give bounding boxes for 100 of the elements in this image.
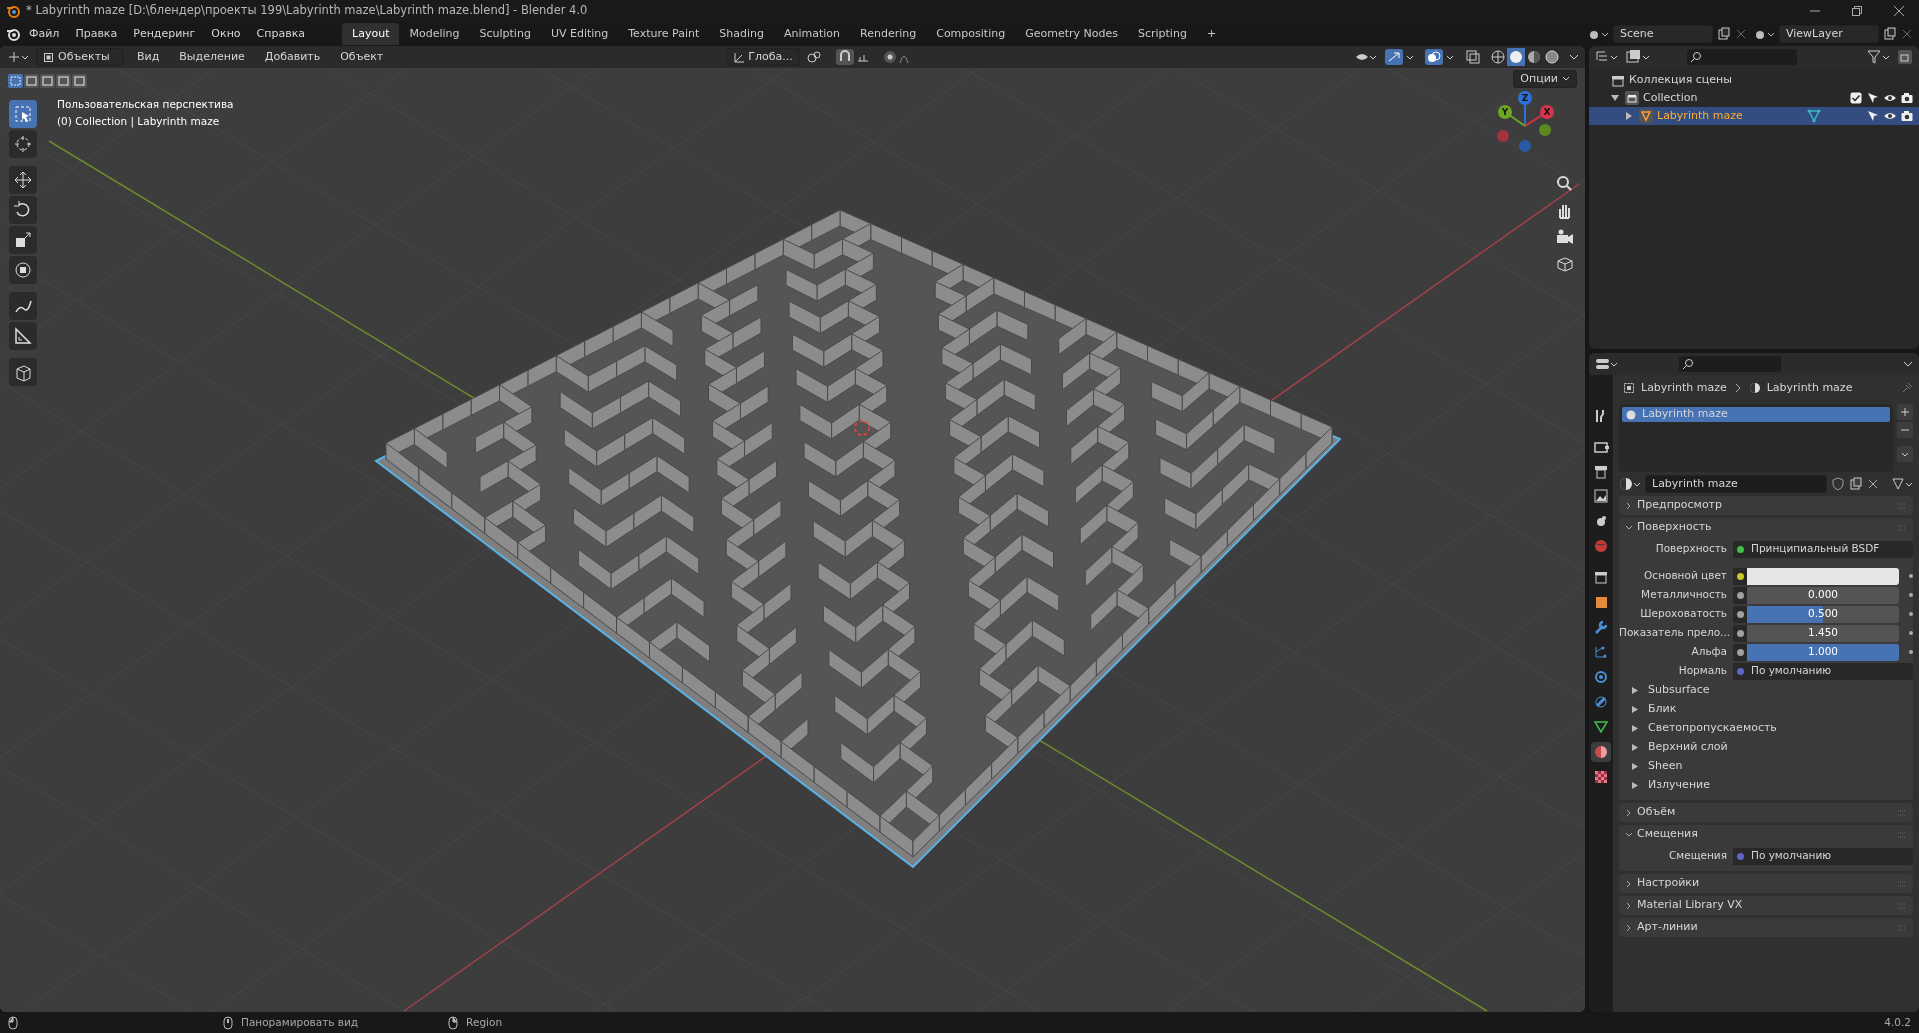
socket-dot[interactable] [1736,629,1744,637]
maximize-icon[interactable] [1851,5,1863,17]
shield-icon[interactable] [1831,477,1845,491]
editor-type-icon[interactable] [6,49,30,65]
caret-icon[interactable] [1569,52,1579,62]
search-field[interactable] [1679,356,1781,372]
material-name-field[interactable]: Labyrinth maze [1645,475,1827,493]
ruler-icon[interactable] [9,322,37,350]
scale-icon[interactable] [9,226,37,254]
orientation-dropdown[interactable]: Глоба... [726,48,800,66]
panel-header[interactable]: Смещения [1619,825,1913,844]
menu-item[interactable]: Объект [333,48,391,66]
keyframe-dot[interactable] [1909,574,1913,578]
menu-item[interactable]: Справка [249,25,313,43]
remove-icon[interactable] [1897,422,1913,438]
socket-dropdown[interactable]: По умолчанию [1733,847,1913,865]
outliner-row[interactable]: Collection [1589,89,1919,107]
panel-header[interactable]: Объём [1619,803,1913,822]
menu-item[interactable]: Вид [130,48,167,66]
pointer-icon[interactable] [1867,92,1879,104]
workspace-tab[interactable]: Geometry Nodes [1015,22,1128,46]
view-layer-field[interactable]: ViewLayer [1779,25,1879,43]
axis-label[interactable]: Z [1518,91,1532,105]
copy-icon[interactable] [1883,27,1897,41]
menu-item[interactable]: Правка [68,25,125,43]
panel-header[interactable]: Material Library VX [1619,896,1913,915]
checkbox-icon[interactable] [1850,92,1862,104]
axis-label[interactable]: X [1540,105,1554,119]
socket-dot[interactable] [1736,667,1744,675]
axis-label[interactable]: Y [1498,105,1512,119]
camera-icon[interactable] [1555,228,1573,246]
camera-icon[interactable] [1901,110,1913,122]
pen-icon[interactable] [9,292,37,320]
workspace-tab[interactable]: Texture Paint [618,22,710,46]
panel-header[interactable]: Предпросмотр [1619,496,1913,515]
socket-dropdown[interactable]: Принципиальный BSDF [1733,540,1913,558]
solid-shading-icon[interactable] [1507,48,1525,66]
transform-icon[interactable] [9,256,37,284]
options-dropdown[interactable]: Опции [1513,70,1577,88]
cursor-icon[interactable] [9,130,37,158]
collapse-arrow-icon[interactable] [1611,93,1619,102]
socket-dot[interactable] [1736,852,1744,860]
subpanel-header[interactable]: Блик [1619,700,1913,718]
eye-icon[interactable] [1884,110,1896,122]
blender-logo-icon[interactable] [6,27,20,41]
close-icon[interactable] [1901,28,1913,40]
select-box-icon[interactable] [9,100,37,128]
workspace-tab[interactable]: Scripting [1127,22,1197,46]
number-field[interactable]: 1.000 [1747,643,1899,661]
filter-icon[interactable] [1867,49,1891,65]
panel-header[interactable]: Арт-линии [1619,918,1913,937]
expand-arrow-icon[interactable] [1625,111,1633,120]
socket-dot[interactable] [1736,572,1744,580]
workspace-tab[interactable]: Layout [342,22,400,46]
number-field[interactable]: 0.500 [1747,605,1899,623]
display-mode-icon[interactable] [1625,49,1651,65]
subpanel-header[interactable]: Subsurface [1619,681,1913,699]
panel-header[interactable]: Поверхность [1619,518,1913,537]
socket-dot[interactable] [1736,545,1744,553]
subpanel-header[interactable]: Sheen [1619,757,1913,775]
select-extend-icon[interactable] [24,74,39,88]
socket-dot[interactable] [1736,648,1744,656]
camera-icon[interactable] [1901,92,1913,104]
editor-type-icon[interactable] [1595,356,1619,372]
scene-field[interactable]: Scene [1613,25,1713,43]
material-icon[interactable] [1591,742,1611,762]
add-workspace-button[interactable]: + [1196,22,1227,46]
keyframe-dot[interactable] [1909,593,1913,597]
eye-icon[interactable] [1884,92,1896,104]
wireframe-shading-icon[interactable] [1489,48,1507,66]
workspace-tab[interactable]: Animation [773,22,851,46]
number-field[interactable]: 0.000 [1747,586,1899,604]
outliner-row[interactable]: Labyrinth maze [1589,107,1919,125]
search-field[interactable] [1687,49,1797,65]
panel-header[interactable]: Настройки [1619,874,1913,893]
material-browse-icon[interactable] [1619,476,1641,492]
select-intersect-icon[interactable] [72,74,87,88]
menu-item[interactable]: Выделение [172,48,252,66]
image-icon[interactable] [1591,486,1611,506]
menu-item[interactable]: Окно [204,25,248,43]
keyframe-dot[interactable] [1909,612,1913,616]
outliner-row[interactable]: Коллекция сцены [1589,71,1919,89]
socket-dot[interactable] [1736,610,1744,618]
new-collection-icon[interactable] [1897,49,1913,65]
close-icon[interactable] [1893,5,1905,17]
workspace-tab[interactable]: Rendering [850,22,927,46]
keyframe-dot[interactable] [1909,650,1913,654]
workspace-tab[interactable]: Modeling [399,22,470,46]
copy-icon[interactable] [1849,477,1863,491]
subpanel-header[interactable]: Светопропускаемость [1619,719,1913,737]
add-icon[interactable] [1897,404,1913,420]
select-invert-icon[interactable] [56,74,71,88]
workspace-tab[interactable]: Shading [709,22,774,46]
select-new-icon[interactable] [8,74,23,88]
caret-icon[interactable] [1897,446,1913,462]
select-subtract-icon[interactable] [40,74,55,88]
workspace-tab[interactable]: Sculpting [469,22,541,46]
caret-icon[interactable] [1903,359,1913,369]
close-icon[interactable] [1867,478,1879,490]
socket-dot[interactable] [1736,591,1744,599]
